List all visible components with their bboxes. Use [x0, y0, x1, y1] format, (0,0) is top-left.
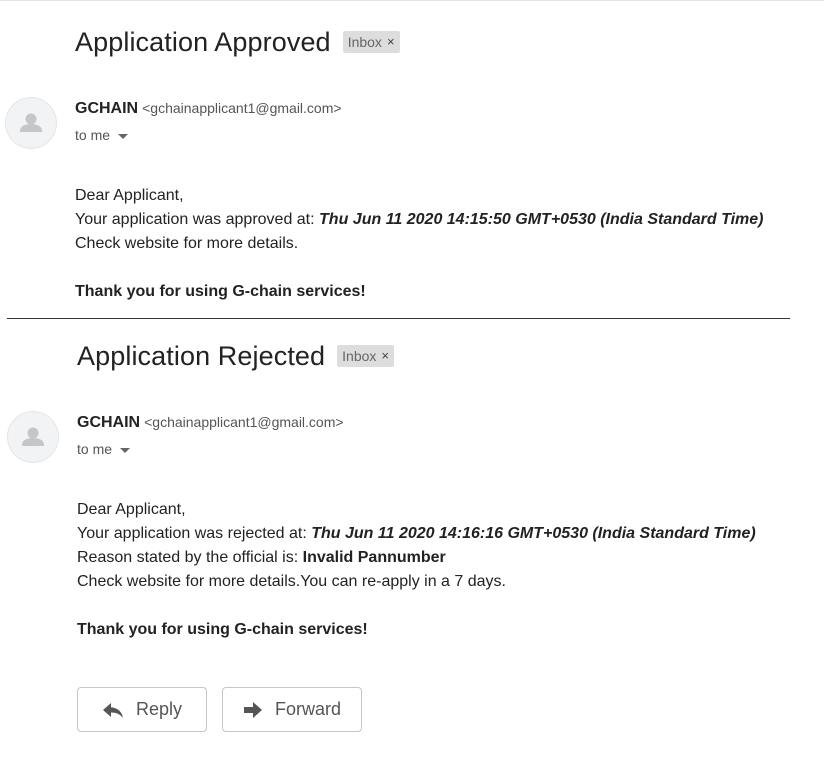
sender-name[interactable]: GCHAIN [75, 100, 138, 117]
show-details-chevron-icon[interactable] [120, 447, 131, 453]
reason-line: Reason stated by the official is: Invali… [77, 546, 756, 570]
remove-label-icon[interactable]: × [381, 348, 389, 363]
recipient-row: to me [75, 127, 129, 143]
show-details-chevron-icon[interactable] [118, 133, 129, 139]
email-divider [7, 318, 790, 319]
thanks-line: Thank you for using G-chain services! [75, 283, 366, 300]
status-prefix: Your application was rejected at: [77, 525, 307, 542]
sender-avatar[interactable] [5, 97, 57, 149]
greeting: Dear Applicant, [75, 187, 184, 204]
greeting: Dear Applicant, [77, 501, 186, 518]
email-body: Dear Applicant, Your application was rej… [77, 498, 756, 642]
status-prefix: Your application was approved at: [75, 211, 315, 228]
email-subject: Application Approved [75, 27, 331, 57]
label-text: Inbox [347, 33, 382, 50]
top-border [0, 0, 824, 1]
rejection-reason: Invalid Pannumber [302, 549, 446, 566]
recipient-text: to me [77, 441, 113, 457]
message-actions: Reply Forward [77, 687, 362, 732]
inbox-label[interactable]: Inbox × [342, 30, 400, 53]
reason-prefix: Reason stated by the official is: [77, 549, 299, 566]
reply-label: Reply [135, 699, 183, 719]
sender-email: <gchainapplicant1@gmail.com> [142, 100, 342, 116]
sender-email: <gchainapplicant1@gmail.com> [144, 414, 344, 430]
forward-arrow-icon [243, 701, 263, 719]
inbox-label[interactable]: Inbox × [337, 344, 394, 367]
thanks-line: Thank you for using G-chain services! [77, 621, 368, 638]
timestamp: Thu Jun 11 2020 14:15:50 GMT+0530 (India… [319, 211, 764, 228]
recipient-row: to me [77, 441, 131, 457]
forward-button[interactable]: Forward [222, 687, 362, 732]
person-icon [22, 427, 44, 446]
status-line: Your application was approved at: Thu Ju… [75, 208, 763, 232]
subject-row: Application Approved Inbox × [75, 27, 400, 58]
check-website-line: Check website for more details. [75, 235, 299, 252]
sender-row: GCHAIN <gchainapplicant1@gmail.com> [77, 414, 344, 432]
timestamp: Thu Jun 11 2020 14:16:16 GMT+0530 (India… [311, 525, 756, 542]
person-icon [20, 113, 42, 132]
sender-name[interactable]: GCHAIN [77, 414, 140, 431]
email-body: Dear Applicant, Your application was app… [75, 184, 763, 304]
reply-button[interactable]: Reply [77, 687, 207, 732]
check-website-line: Check website for more details.You can r… [77, 573, 506, 590]
label-text: Inbox [342, 347, 377, 364]
sender-avatar[interactable] [7, 411, 59, 463]
forward-label: Forward [274, 699, 341, 719]
subject-row: Application Rejected Inbox × [77, 341, 394, 372]
email-subject: Application Rejected [77, 341, 326, 371]
status-line: Your application was rejected at: Thu Ju… [77, 522, 756, 546]
sender-row: GCHAIN <gchainapplicant1@gmail.com> [75, 100, 342, 118]
remove-label-icon[interactable]: × [387, 34, 395, 49]
reply-arrow-icon [102, 701, 124, 719]
recipient-text: to me [75, 127, 111, 143]
